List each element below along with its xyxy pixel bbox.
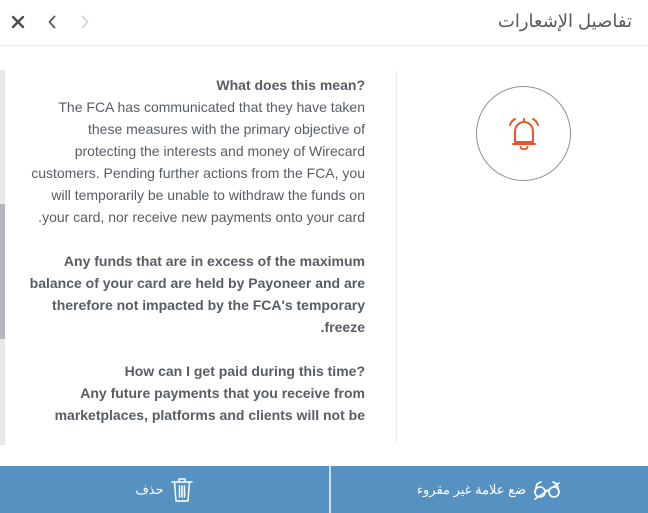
notification-icon-circle [476,86,571,181]
mark-unread-button[interactable]: ضع علامة غير مقروء [331,466,648,513]
glasses-off-icon [534,480,560,500]
message-block-2: Any funds that are in excess of the maxi… [26,250,365,338]
close-icon [11,15,25,29]
scrollbar-thumb[interactable] [0,204,5,339]
previous-button[interactable] [39,9,65,35]
message-paragraph: The FCA has communicated that they have … [31,99,365,225]
next-button[interactable] [72,9,98,35]
message-block-1: ?What does this mean The FCA has communi… [26,74,365,228]
message-paragraph-bold: Any funds that are in excess of the maxi… [29,253,365,335]
chevron-left-icon [48,15,56,29]
column-divider [396,71,397,443]
close-button[interactable] [5,9,31,35]
page-title: تفاصيل الإشعارات [497,11,632,31]
notification-header: تفاصيل الإشعارات [0,0,648,46]
action-bar: حذف ضع علامة غير مقروء [0,466,648,513]
bell-ringing-icon [508,117,539,150]
trash-icon [170,477,193,502]
chevron-right-icon [81,15,89,29]
question-heading: ?How can I get paid during this time [124,363,365,379]
mark-unread-label: ضع علامة غير مقروء [416,481,527,497]
question-heading: ?What does this mean [216,77,365,93]
notification-message: ?What does this mean The FCA has communi… [26,74,365,446]
delete-label: حذف [135,481,164,497]
notification-body: ?What does this mean The FCA has communi… [0,47,648,465]
message-paragraph-bold: Any future payments that you receive fro… [54,385,365,423]
message-block-3: ?How can I get paid during this time Any… [26,360,365,426]
delete-button[interactable]: حذف [0,466,329,513]
